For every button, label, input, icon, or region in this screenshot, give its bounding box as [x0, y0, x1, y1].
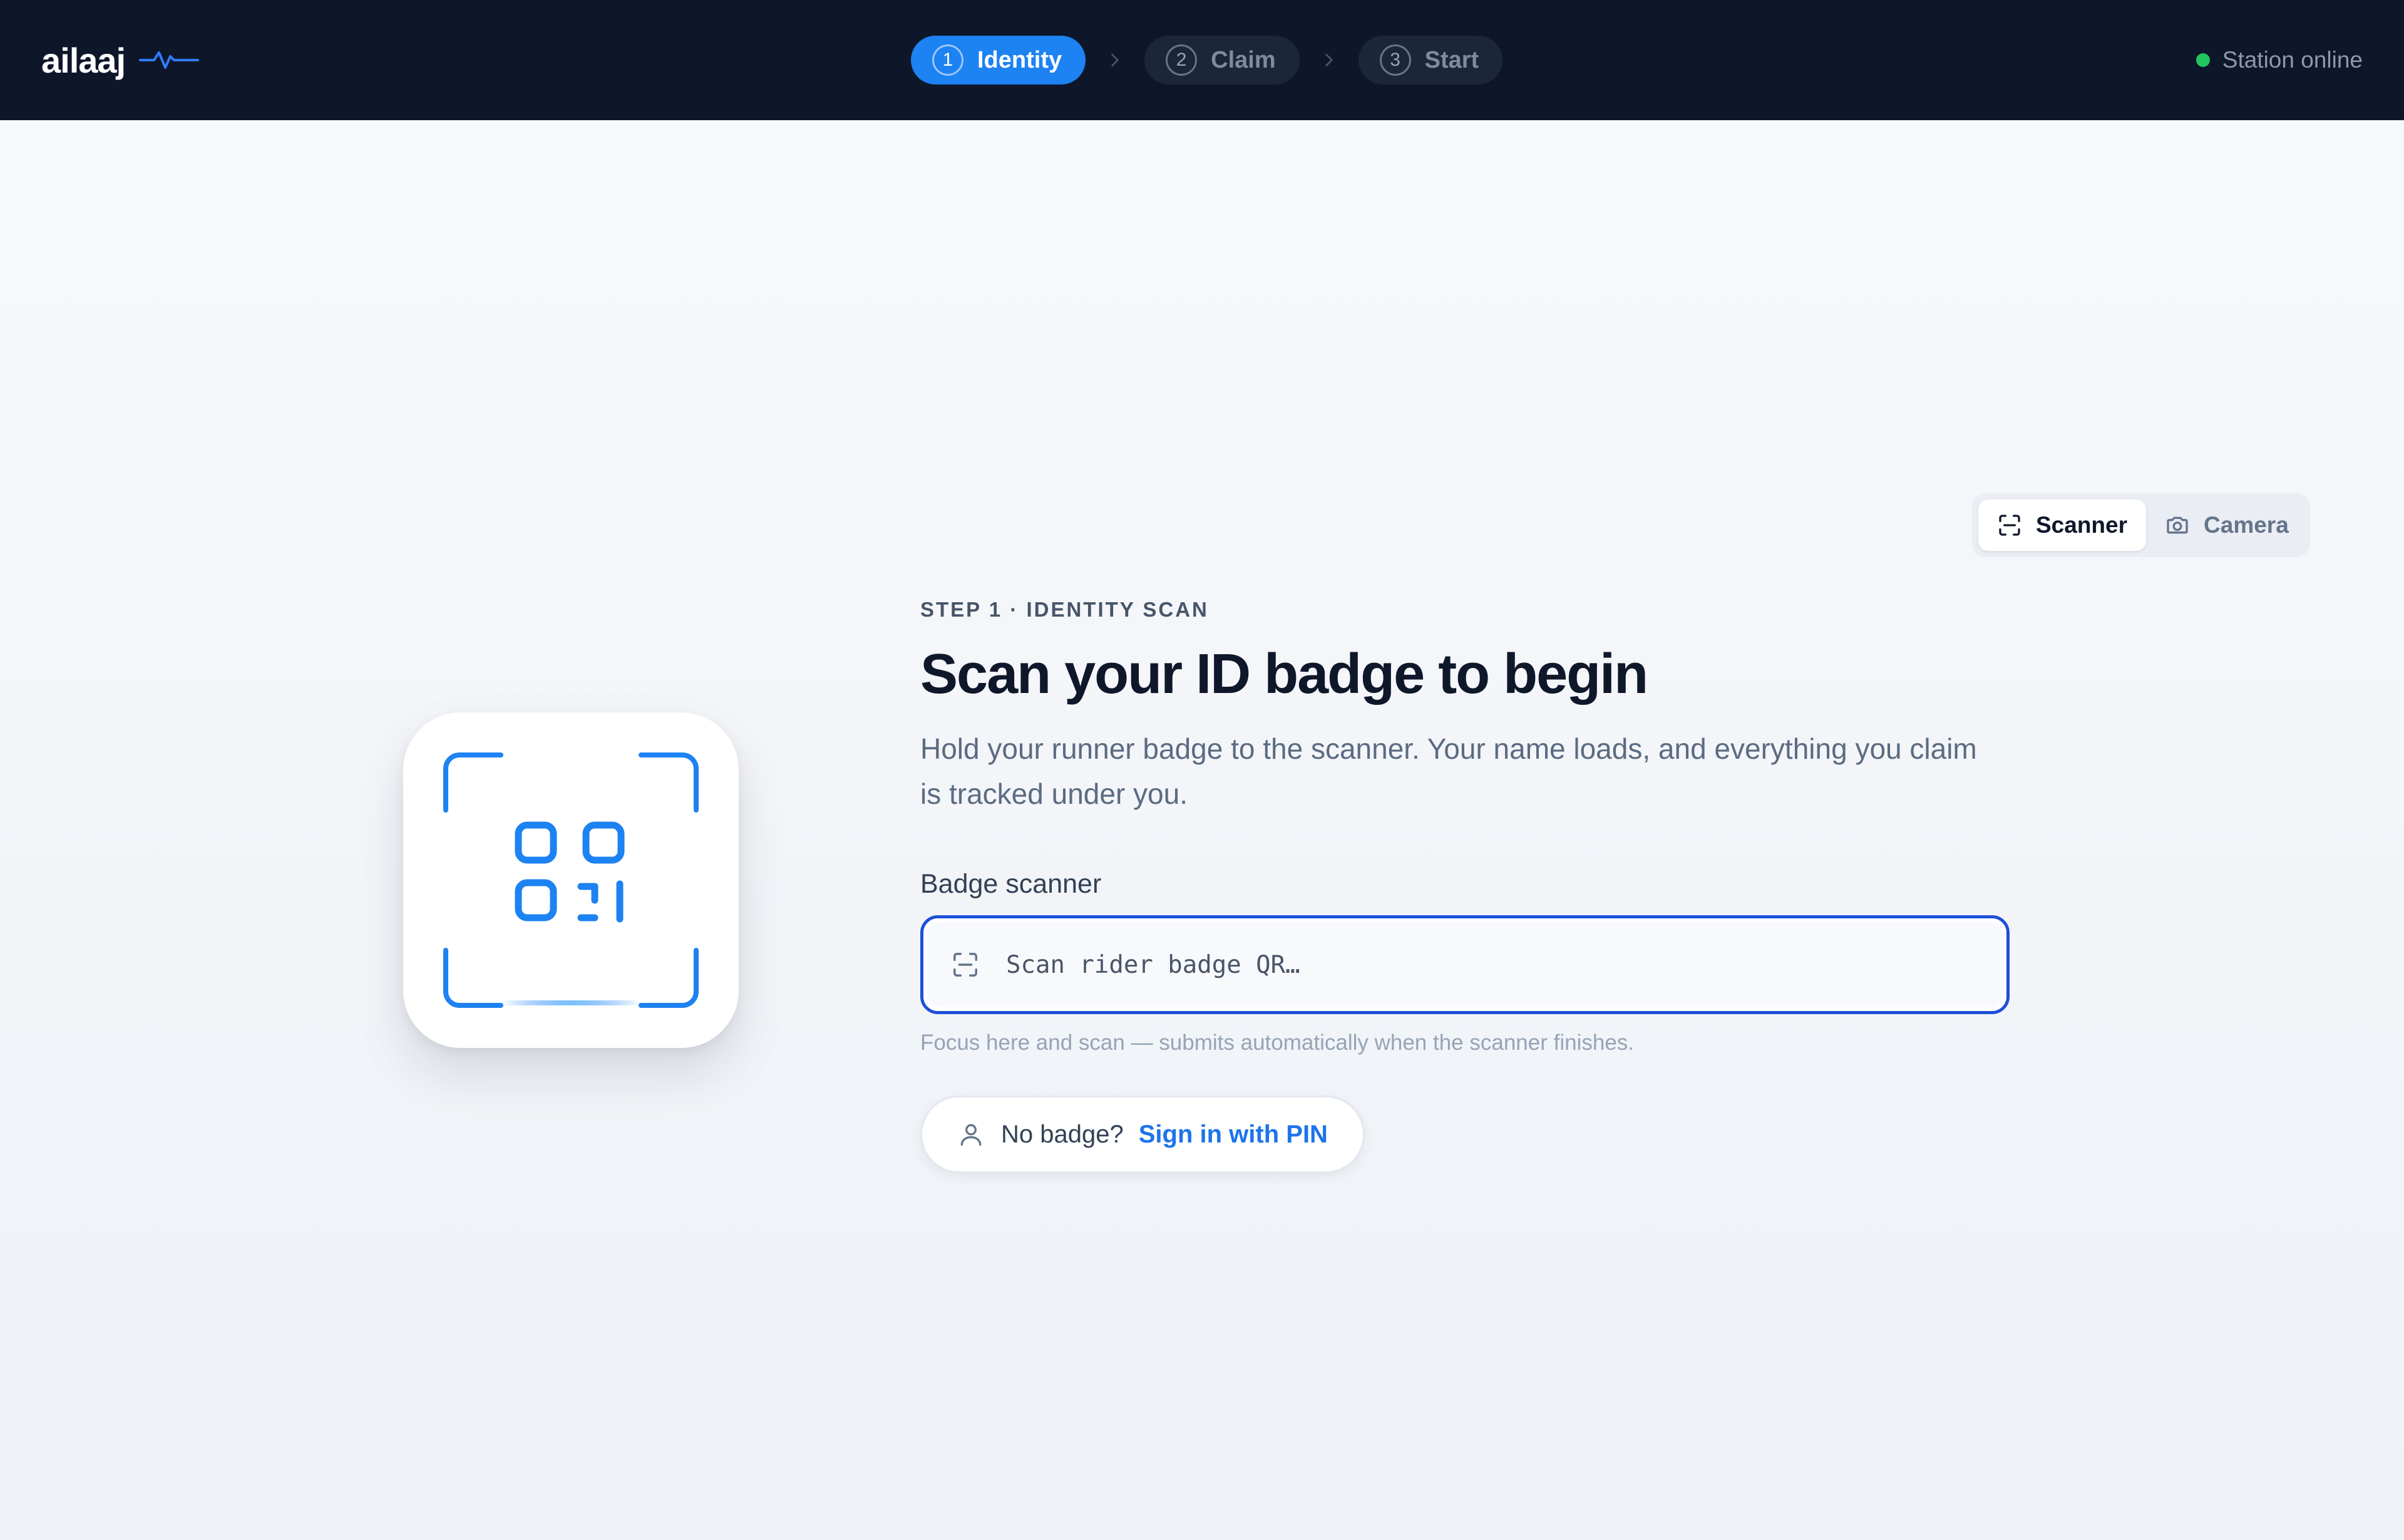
- identity-scan-panel: STEP 1 · IDENTITY SCAN Scan your ID badg…: [920, 596, 2010, 1173]
- step-start[interactable]: 3 Start: [1358, 36, 1503, 85]
- badge-scanner-label: Badge scanner: [920, 869, 1102, 899]
- qr-code-scan-icon: [443, 752, 699, 1008]
- user-icon: [960, 1124, 982, 1146]
- status-text: Station online: [2222, 47, 2363, 73]
- input-mode-toggle: Scanner Camera: [1972, 493, 2310, 557]
- scan-frame-icon: [953, 953, 977, 977]
- step-claim[interactable]: 2 Claim: [1144, 36, 1300, 85]
- camera-icon: [2167, 516, 2188, 534]
- step-label: Identity: [977, 46, 1062, 73]
- brand-logo[interactable]: ailaaj: [41, 38, 200, 83]
- step-number: 2: [1166, 44, 1198, 76]
- camera-mode-button[interactable]: Camera: [2146, 500, 2308, 551]
- pulse-icon: [139, 51, 200, 69]
- scan-frame-icon: [1999, 515, 2020, 536]
- camera-mode-label: Camera: [2204, 512, 2289, 538]
- scanner-hint: Focus here and scan — submits automatica…: [920, 1030, 1635, 1055]
- badge-scanner-field[interactable]: [920, 915, 2010, 1014]
- step-number: 3: [1379, 44, 1411, 76]
- pin-sign-in-button[interactable]: No badge? Sign in with PIN: [920, 1096, 1365, 1173]
- badge-scanner-inner: [927, 922, 2003, 1007]
- brand-name: ailaaj: [41, 40, 126, 80]
- status-dot-icon: [2196, 53, 2210, 67]
- scanner-mode-label: Scanner: [2036, 512, 2128, 538]
- no-badge-text: No badge?: [1001, 1120, 1124, 1148]
- chevron-right-icon: [1086, 52, 1144, 68]
- badge-scanner-input[interactable]: [1006, 940, 1945, 990]
- station-status: Station online: [2196, 44, 2363, 76]
- step-identity[interactable]: 1 Identity: [911, 36, 1086, 85]
- step-label: Start: [1424, 46, 1479, 73]
- qr-illustration-card: [403, 712, 739, 1048]
- chevron-right-icon: [1300, 52, 1359, 68]
- top-bar: ailaaj 1 Identity 2 Claim 3 Start Statio…: [0, 0, 2404, 120]
- step-number: 1: [932, 44, 963, 76]
- page-title: Scan your ID badge to begin: [920, 643, 1648, 706]
- step-label: Claim: [1211, 46, 1276, 73]
- scanner-mode-button[interactable]: Scanner: [1978, 500, 2147, 551]
- progress-stepper: 1 Identity 2 Claim 3 Start: [911, 36, 1503, 85]
- step-eyebrow: STEP 1 · IDENTITY SCAN: [920, 598, 1209, 621]
- sign-in-with-pin-link[interactable]: Sign in with PIN: [1139, 1121, 1328, 1149]
- page-description: Hold your runner badge to the scanner. Y…: [920, 732, 1977, 810]
